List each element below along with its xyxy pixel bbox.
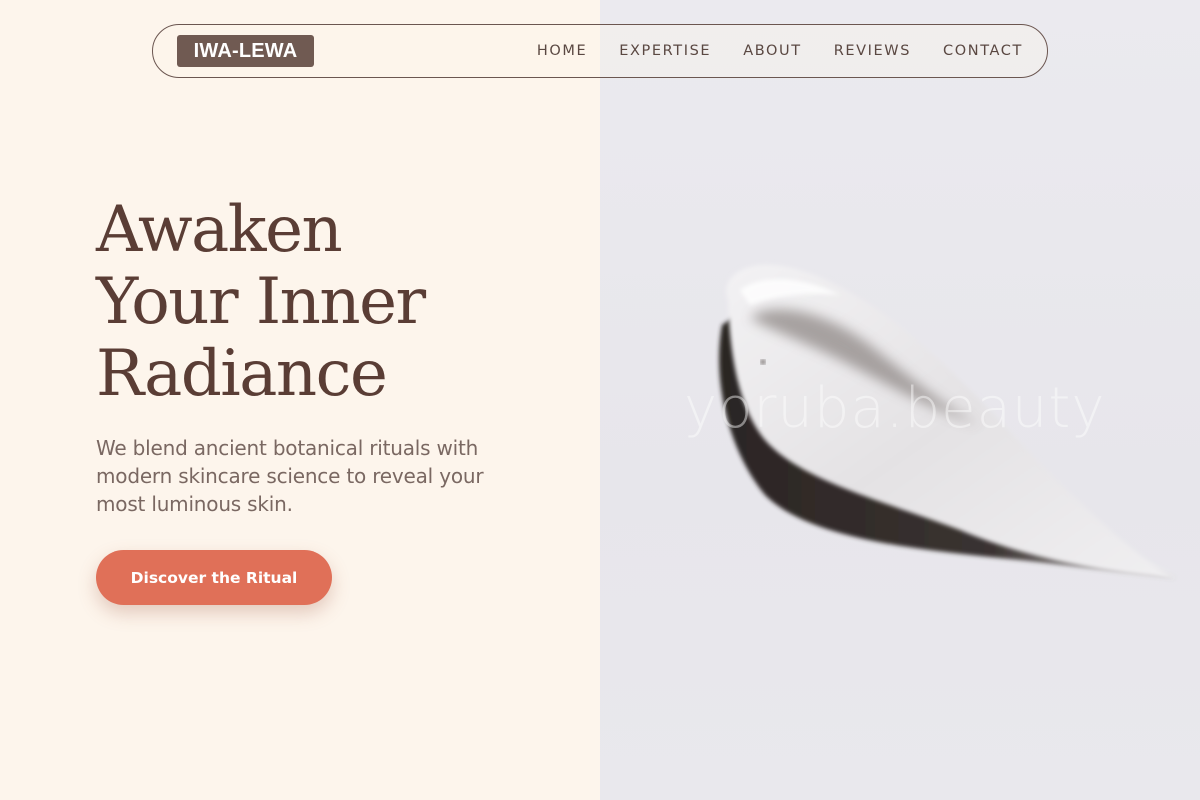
hero-headline: Awaken Your Inner Radiance bbox=[96, 193, 426, 411]
hero-subtext: We blend ancient botanical rituals with … bbox=[96, 436, 484, 516]
headline-line-3: Radiance bbox=[96, 337, 388, 411]
headline-line-2: Your Inner bbox=[96, 265, 426, 339]
discover-ritual-button[interactable]: Discover the Ritual bbox=[96, 550, 332, 605]
nav-link-reviews[interactable]: REVIEWS bbox=[834, 43, 911, 59]
headline-line-1: Awaken bbox=[96, 193, 343, 267]
hero-image: yoruba.beauty bbox=[600, 0, 1200, 800]
nav-link-home[interactable]: HOME bbox=[537, 43, 587, 59]
nav-link-expertise[interactable]: EXPERTISE bbox=[619, 43, 711, 59]
nav-link-about[interactable]: ABOUT bbox=[743, 43, 802, 59]
brand-logo[interactable]: IWA-LEWA bbox=[177, 35, 314, 67]
top-navbar: IWA-LEWA HOME EXPERTISE ABOUT REVIEWS CO… bbox=[152, 24, 1048, 78]
image-watermark: yoruba.beauty bbox=[684, 376, 1106, 441]
nav-link-contact[interactable]: CONTACT bbox=[943, 43, 1023, 59]
nav-links: HOME EXPERTISE ABOUT REVIEWS CONTACT bbox=[537, 25, 1023, 77]
